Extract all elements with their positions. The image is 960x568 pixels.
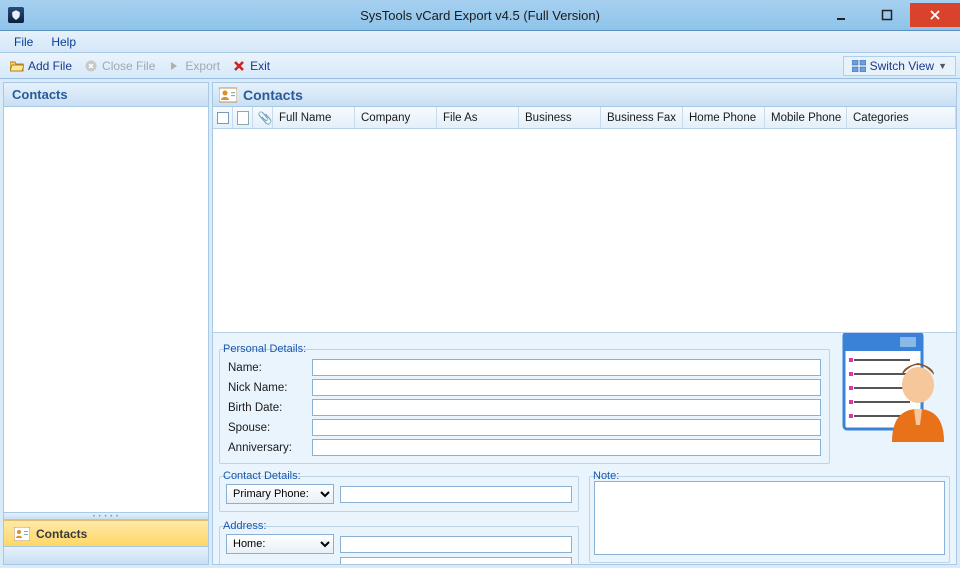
exit-button[interactable]: Exit bbox=[226, 57, 276, 75]
folder-open-icon bbox=[10, 59, 24, 73]
main-panel: Contacts 📎 Full Name Company File As Bus… bbox=[212, 82, 957, 565]
close-file-button[interactable]: Close File bbox=[78, 57, 161, 75]
sidebar: Contacts • • • • • Contacts bbox=[3, 82, 209, 565]
birth-input[interactable] bbox=[312, 399, 821, 416]
contact-picture bbox=[840, 332, 950, 439]
play-icon bbox=[167, 59, 181, 73]
address-legend: Address: bbox=[221, 520, 268, 532]
birth-label: Birth Date: bbox=[228, 402, 306, 414]
paperclip-icon: 📎 bbox=[258, 111, 268, 125]
note-fieldset bbox=[589, 476, 950, 563]
sidebar-header: Contacts bbox=[4, 83, 208, 107]
nav-contacts[interactable]: Contacts bbox=[4, 520, 208, 546]
switch-view-button[interactable]: Switch View ▼ bbox=[843, 56, 956, 76]
grid-header: 📎 Full Name Company File As Business Bus… bbox=[213, 107, 956, 129]
name-label: Name: bbox=[228, 362, 306, 374]
app-icon bbox=[8, 7, 24, 23]
close-button[interactable] bbox=[910, 3, 960, 27]
col-attachment-icon[interactable]: 📎 bbox=[253, 107, 273, 128]
col-flag-icon[interactable] bbox=[233, 107, 253, 128]
col-business[interactable]: Business bbox=[519, 107, 601, 128]
col-home-phone[interactable]: Home Phone bbox=[683, 107, 765, 128]
details-pane: Personal Details: Name: Nick Name: Birth… bbox=[213, 332, 956, 564]
col-checkbox[interactable] bbox=[213, 107, 233, 128]
contacts-icon bbox=[219, 87, 237, 103]
personal-fieldset: Name: Nick Name: Birth Date: Spouse: Ann… bbox=[219, 349, 830, 464]
address-input[interactable] bbox=[340, 536, 572, 553]
col-categories[interactable]: Categories bbox=[847, 107, 956, 128]
spouse-input[interactable] bbox=[312, 419, 821, 436]
col-business-fax[interactable]: Business Fax bbox=[601, 107, 683, 128]
export-button[interactable]: Export bbox=[161, 57, 226, 75]
note-legend: Note: bbox=[591, 470, 621, 482]
titlebar: SysTools vCard Export v4.5 (Full Version… bbox=[0, 0, 960, 31]
contact-card-icon bbox=[14, 527, 28, 541]
splitter[interactable]: • • • • • bbox=[4, 512, 208, 520]
address-fieldset: Home: bbox=[219, 526, 579, 564]
anniv-input[interactable] bbox=[312, 439, 821, 456]
close-file-icon bbox=[84, 59, 98, 73]
grid-icon bbox=[852, 59, 866, 73]
sidebar-footer bbox=[4, 546, 208, 564]
contact-legend: Contact Details: bbox=[221, 470, 303, 482]
menubar: File Help bbox=[0, 31, 960, 53]
address-input-2[interactable] bbox=[340, 557, 572, 564]
personal-legend: Personal Details: bbox=[221, 343, 308, 355]
name-input[interactable] bbox=[312, 359, 821, 376]
x-icon bbox=[232, 59, 246, 73]
phone-input[interactable] bbox=[340, 486, 572, 503]
col-file-as[interactable]: File As bbox=[437, 107, 519, 128]
toolbar: Add File Close File Export Exit Switch V… bbox=[0, 53, 960, 79]
nick-input[interactable] bbox=[312, 379, 821, 396]
nav-contacts-label: Contacts bbox=[36, 527, 87, 541]
folder-tree[interactable] bbox=[4, 107, 208, 512]
note-textarea[interactable] bbox=[594, 481, 945, 555]
menu-help[interactable]: Help bbox=[51, 35, 76, 49]
chevron-down-icon: ▼ bbox=[938, 61, 947, 71]
col-mobile-phone[interactable]: Mobile Phone bbox=[765, 107, 847, 128]
spouse-label: Spouse: bbox=[228, 422, 306, 434]
anniv-label: Anniversary: bbox=[228, 442, 306, 454]
grid-title-bar: Contacts bbox=[213, 83, 956, 107]
add-file-button[interactable]: Add File bbox=[4, 57, 78, 75]
menu-file[interactable]: File bbox=[14, 35, 33, 49]
col-company[interactable]: Company bbox=[355, 107, 437, 128]
phone-type-select[interactable]: Primary Phone: bbox=[226, 484, 334, 504]
grid-title: Contacts bbox=[243, 87, 303, 103]
grid-body[interactable] bbox=[213, 129, 956, 332]
col-full-name[interactable]: Full Name bbox=[273, 107, 355, 128]
nick-label: Nick Name: bbox=[228, 382, 306, 394]
minimize-button[interactable] bbox=[818, 3, 864, 27]
window-title: SysTools vCard Export v4.5 (Full Version… bbox=[0, 8, 960, 23]
address-type-select[interactable]: Home: bbox=[226, 534, 334, 554]
maximize-button[interactable] bbox=[864, 3, 910, 27]
